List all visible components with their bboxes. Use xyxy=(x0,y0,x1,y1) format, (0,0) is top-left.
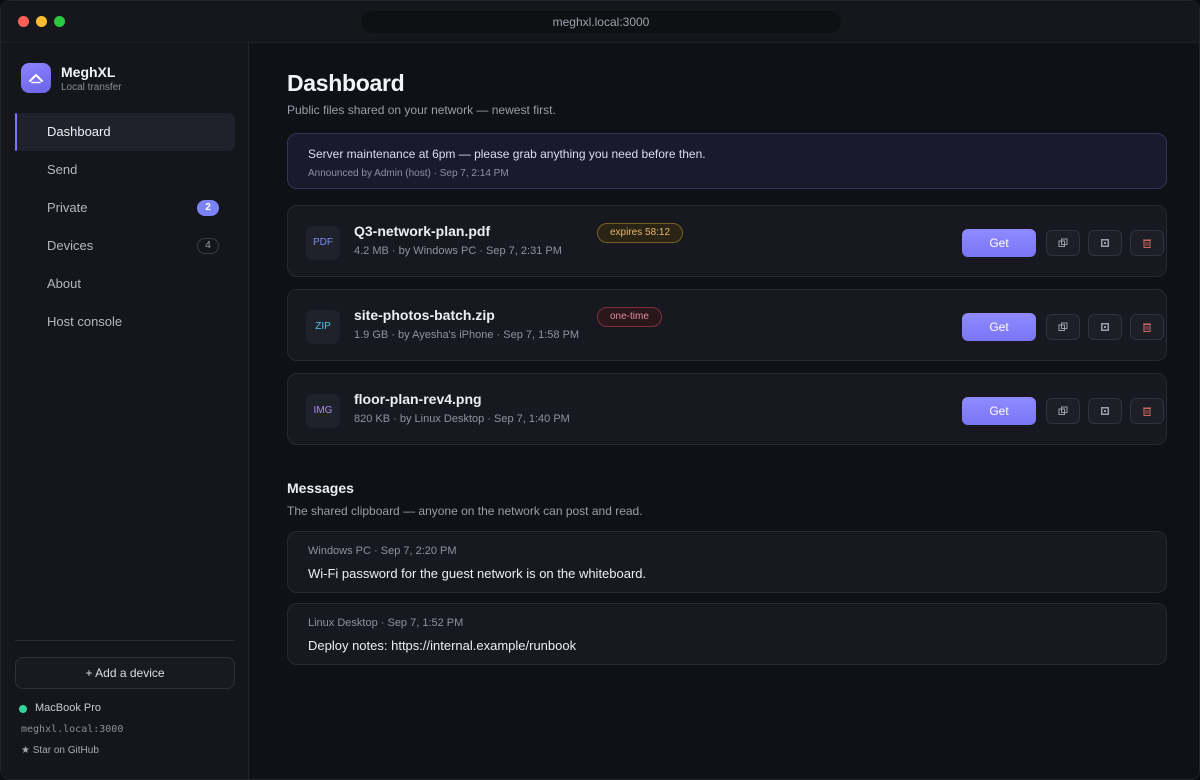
page-title: Dashboard xyxy=(287,70,405,96)
delete-file-button[interactable] xyxy=(1130,314,1164,340)
file-name: Q3-network-plan.pdf xyxy=(354,223,491,239)
message-meta: Linux Desktop · Sep 7, 1:52 PM xyxy=(308,617,464,629)
copy-icon xyxy=(1058,406,1068,415)
sidebar-item-send[interactable]: Send xyxy=(15,151,235,189)
trash-icon xyxy=(1143,407,1151,416)
file-meta: 1.9 GB · by Ayesha's iPhone · Sep 7, 1:5… xyxy=(354,329,580,341)
sidebar-item-private[interactable]: Private 2 xyxy=(15,189,235,227)
sidebar-item-label: About xyxy=(47,276,81,291)
sidebar-item-host-console[interactable]: Host console xyxy=(15,303,235,341)
announcement-meta: Announced by Admin (host) · Sep 7, 2:14 … xyxy=(308,168,509,179)
title-bar: meghxl.local:3000 xyxy=(1,1,1199,43)
zip-file-icon: ZIP xyxy=(306,310,340,344)
devices-count-badge: 4 xyxy=(197,238,219,254)
sidebar-item-label: Dashboard xyxy=(47,124,111,139)
sidebar-item-label: Send xyxy=(47,162,78,177)
one-time-badge: one-time xyxy=(597,307,662,327)
github-star-link[interactable]: ★ Star on GitHub xyxy=(21,745,99,756)
file-name: site-photos-batch.zip xyxy=(354,307,495,323)
address-bar[interactable]: meghxl.local:3000 xyxy=(361,11,841,33)
page-subtitle: Public files shared on your network — ne… xyxy=(287,103,556,117)
sidebar-item-label: Private xyxy=(47,200,88,215)
sidebar-item-devices[interactable]: Devices 4 xyxy=(15,227,235,265)
main-content: Dashboard Public files shared on your ne… xyxy=(250,43,1199,779)
announcement-text: Server maintenance at 6pm — please grab … xyxy=(308,147,706,161)
qr-code-button[interactable] xyxy=(1088,230,1122,256)
trash-icon xyxy=(1143,323,1151,332)
maximize-window-button[interactable] xyxy=(54,16,65,27)
brand-subtitle: Local transfer xyxy=(61,82,122,93)
file-meta: 4.2 MB · by Windows PC · Sep 7, 2:31 PM xyxy=(354,245,562,257)
copy-link-button[interactable] xyxy=(1046,314,1080,340)
file-card: ZIP site-photos-batch.zip 1.9 GB · by Ay… xyxy=(287,289,1167,361)
file-meta: 820 KB · by Linux Desktop · Sep 7, 1:40 … xyxy=(354,413,570,425)
expires-badge: expires 58:12 xyxy=(597,223,684,243)
pdf-file-icon: PDF xyxy=(306,226,340,260)
sidebar: MeghXL Local transfer Dashboard Send Pri… xyxy=(1,43,249,779)
file-card: IMG floor-plan-rev4.png 820 KB · by Linu… xyxy=(287,373,1167,445)
messages-subtitle: The shared clipboard — anyone on the net… xyxy=(287,504,643,518)
message-card[interactable]: Windows PC · Sep 7, 2:20 PM Wi-Fi passwo… xyxy=(287,531,1167,593)
message-meta: Windows PC · Sep 7, 2:20 PM xyxy=(308,545,457,557)
sidebar-item-dashboard[interactable]: Dashboard xyxy=(15,113,235,151)
qr-code-icon xyxy=(1101,407,1109,415)
sidebar-divider xyxy=(15,640,235,641)
private-count-badge: 2 xyxy=(197,200,219,216)
messages-heading: Messages xyxy=(287,480,354,496)
get-file-button[interactable]: Get xyxy=(962,313,1036,341)
copy-link-button[interactable] xyxy=(1046,230,1080,256)
announcement-banner: Server maintenance at 6pm — please grab … xyxy=(287,133,1167,189)
online-status-icon xyxy=(19,705,27,713)
trash-icon xyxy=(1143,239,1151,248)
qr-code-icon xyxy=(1101,323,1109,331)
file-card: PDF Q3-network-plan.pdf 4.2 MB · by Wind… xyxy=(287,205,1167,277)
get-file-button[interactable]: Get xyxy=(962,397,1036,425)
message-body: Wi-Fi password for the guest network is … xyxy=(308,566,647,581)
qr-code-button[interactable] xyxy=(1088,398,1122,424)
host-address: meghxl.local:3000 xyxy=(21,724,124,735)
add-device-button[interactable]: + Add a device xyxy=(15,657,235,689)
close-window-button[interactable] xyxy=(18,16,29,27)
copy-link-button[interactable] xyxy=(1046,398,1080,424)
copy-icon xyxy=(1058,322,1068,331)
minimize-window-button[interactable] xyxy=(36,16,47,27)
delete-file-button[interactable] xyxy=(1130,398,1164,424)
message-card[interactable]: Linux Desktop · Sep 7, 1:52 PM Deploy no… xyxy=(287,603,1167,665)
app-logo-icon xyxy=(21,63,51,93)
file-name: floor-plan-rev4.png xyxy=(354,391,482,407)
copy-icon xyxy=(1058,238,1068,247)
message-body: Deploy notes: https://internal.example/r… xyxy=(308,638,577,653)
delete-file-button[interactable] xyxy=(1130,230,1164,256)
qr-code-button[interactable] xyxy=(1088,314,1122,340)
qr-code-icon xyxy=(1101,239,1109,247)
get-file-button[interactable]: Get xyxy=(962,229,1036,257)
host-device-name: MacBook Pro xyxy=(35,702,102,714)
image-file-icon: IMG xyxy=(306,394,340,428)
brand-name: MeghXL xyxy=(61,64,116,80)
sidebar-item-about[interactable]: About xyxy=(15,265,235,303)
app-window: meghxl.local:3000 MeghXL Local transfer … xyxy=(0,0,1200,780)
sidebar-nav: Dashboard Send Private 2 Devices 4 About… xyxy=(15,113,235,341)
sidebar-item-label: Host console xyxy=(47,314,123,329)
sidebar-item-label: Devices xyxy=(47,238,94,253)
